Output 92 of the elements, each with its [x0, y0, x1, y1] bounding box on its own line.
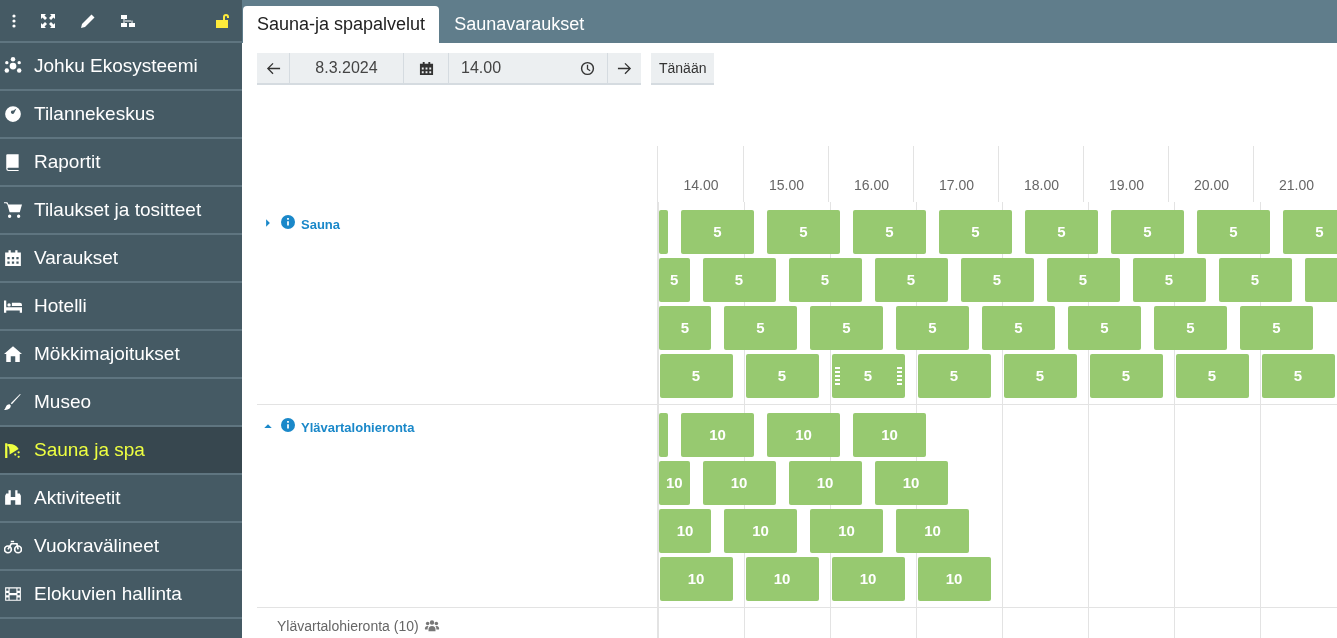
booking-block[interactable]: 5	[1197, 210, 1270, 254]
bed-icon	[4, 297, 22, 315]
booking-block[interactable]: 10	[788, 461, 862, 505]
calendar-button[interactable]	[404, 53, 449, 85]
booking-block[interactable]: 5	[853, 210, 926, 254]
pencil-icon[interactable]	[80, 12, 96, 29]
booking-block[interactable]: 10	[767, 413, 840, 457]
cart-icon	[4, 201, 22, 219]
booking-block[interactable]: 5	[810, 306, 883, 350]
group-label: Ylävartalohieronta (10)	[277, 616, 419, 636]
time-field[interactable]: 14.00	[449, 53, 568, 85]
booking-block[interactable]: 10	[659, 557, 733, 601]
left-arrow-icon	[265, 60, 281, 76]
gauge-icon	[4, 105, 22, 123]
booking-block[interactable]: 5	[702, 258, 776, 302]
booking-block[interactable]: 10	[659, 509, 711, 553]
booking-block[interactable]: 5	[1025, 210, 1098, 254]
people-icon	[422, 619, 441, 633]
resource-link[interactable]: Ylävartalohieronta	[301, 418, 415, 438]
booking-block[interactable]: 5	[1261, 354, 1335, 398]
clock-button[interactable]	[568, 53, 608, 85]
booking-block[interactable]: 5	[1154, 306, 1227, 350]
hour-label: 15.00	[768, 176, 804, 195]
shower-icon	[4, 441, 22, 459]
booking-block[interactable]: 5	[659, 306, 711, 350]
resize-handle-icon	[834, 367, 840, 385]
network-icon	[4, 57, 22, 75]
booking-block[interactable]: 10	[724, 509, 797, 553]
booking-block[interactable]: 5	[896, 306, 969, 350]
expand-icon[interactable]	[40, 12, 56, 29]
resource-link[interactable]: Sauna	[301, 215, 340, 235]
book-icon	[4, 153, 22, 171]
today-button[interactable]: Tänään	[651, 53, 715, 85]
info-icon	[281, 215, 295, 229]
booking-block[interactable]: 10	[917, 557, 991, 601]
booking-block[interactable]: 5	[659, 354, 733, 398]
tab[interactable]: Sauna-ja spapalvelut	[243, 6, 440, 43]
right-arrow-icon	[617, 60, 632, 76]
booking-block[interactable]: 5	[1003, 354, 1077, 398]
hour-label: 19.00	[1108, 176, 1144, 195]
booking-block[interactable]: 5	[1283, 210, 1337, 254]
booking-block[interactable]: 5	[1175, 354, 1249, 398]
previous-button[interactable]	[257, 53, 290, 85]
booking-block[interactable]: 5	[788, 258, 862, 302]
brush-icon	[4, 393, 22, 411]
booking-block[interactable]: 5	[982, 306, 1055, 350]
booking-block[interactable]: 5	[1111, 210, 1184, 254]
booking-block[interactable]: 10	[810, 509, 883, 553]
booking-block[interactable]: 5	[745, 354, 819, 398]
binoculars-icon	[4, 489, 22, 507]
sitemap-icon[interactable]	[120, 12, 136, 29]
hour-label: 18.00	[1023, 176, 1059, 195]
booking-block[interactable]: 5	[659, 258, 690, 302]
booking-block[interactable]: 5	[874, 258, 948, 302]
booking-block[interactable]: 10	[874, 461, 948, 505]
next-button[interactable]	[608, 53, 641, 85]
booking-block[interactable]: 5	[917, 354, 991, 398]
booking-block[interactable]: 5	[681, 210, 754, 254]
booking-block[interactable]: 5	[1068, 306, 1141, 350]
booking-block[interactable]: 10	[896, 509, 969, 553]
booking-block[interactable]: 5	[1132, 258, 1206, 302]
booking-block[interactable]: 5	[1046, 258, 1120, 302]
booking-block[interactable]: 10	[831, 557, 905, 601]
info-icon	[281, 418, 295, 432]
date-field[interactable]: 8.3.2024	[290, 53, 404, 85]
hour-label: 20.00	[1193, 176, 1229, 195]
hour-label: 21.00	[1278, 176, 1314, 195]
booking-block[interactable]: 5	[1240, 306, 1313, 350]
calendar-icon	[4, 249, 22, 267]
hour-label: 16.00	[853, 176, 889, 195]
booking-block[interactable]: 5	[939, 210, 1012, 254]
booking-block[interactable]: 10	[659, 461, 690, 505]
booking-block[interactable]: 10	[745, 557, 819, 601]
clock-icon	[580, 60, 595, 76]
booking-block[interactable]: 5	[724, 306, 797, 350]
hour-label: 14.00	[683, 176, 719, 195]
booking-block[interactable]: 10	[853, 413, 926, 457]
booking-block[interactable]: 5	[1218, 258, 1292, 302]
tab[interactable]: Saunavaraukset	[440, 6, 599, 43]
resize-handle-icon	[896, 367, 902, 385]
calendar-icon	[418, 60, 434, 76]
hour-label: 17.00	[938, 176, 974, 195]
booking-block[interactable]: 10	[702, 461, 776, 505]
sidebar-item[interactable]: Sauna ja spa	[0, 427, 242, 475]
house-icon	[4, 345, 22, 363]
film-icon	[4, 585, 22, 603]
booking-block[interactable]: 5	[1089, 354, 1163, 398]
booking-block[interactable]: 5	[831, 354, 905, 398]
booking-block[interactable]: 5	[960, 258, 1034, 302]
booking-block[interactable]: 10	[681, 413, 754, 457]
booking-block[interactable]: 5	[767, 210, 840, 254]
unlocked-padlock-icon[interactable]	[214, 12, 230, 29]
